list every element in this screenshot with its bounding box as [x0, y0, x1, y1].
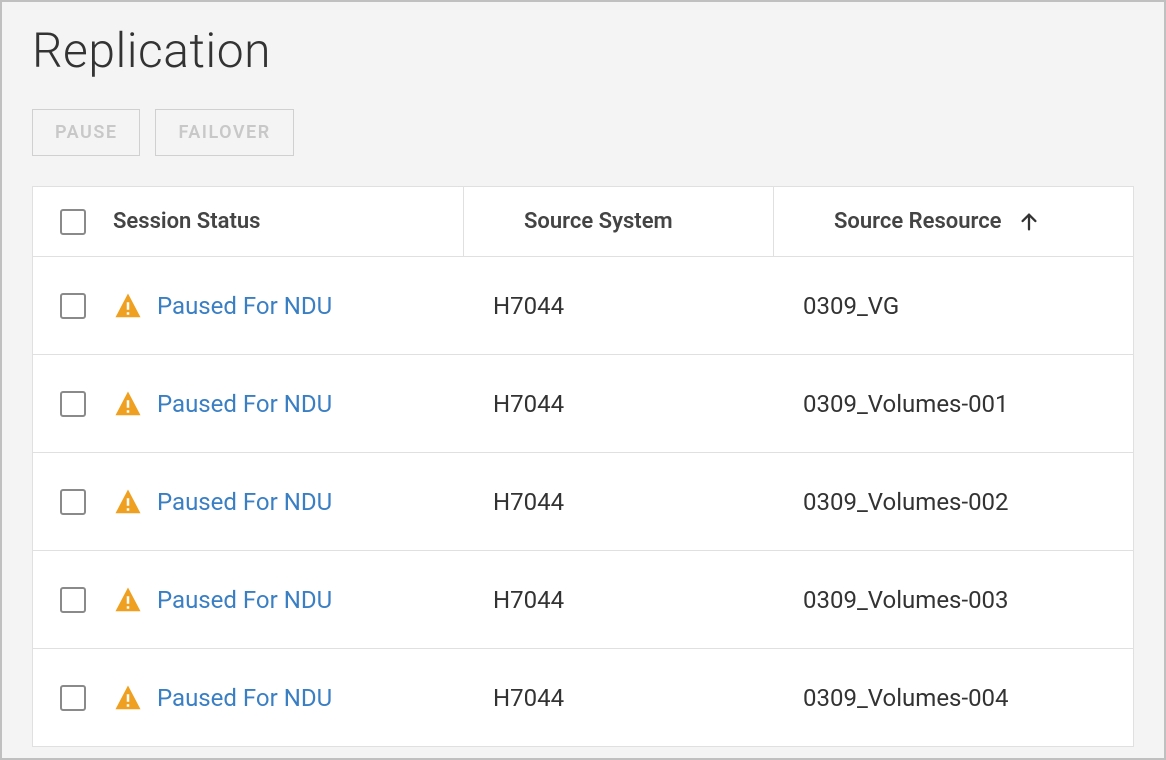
toolbar: PAUSE FAILOVER	[32, 109, 1134, 156]
row-checkbox[interactable]	[60, 293, 86, 319]
row-checkbox[interactable]	[60, 587, 86, 613]
page-title: Replication	[32, 22, 1134, 79]
source-system-cell: H7044	[493, 684, 564, 712]
replication-table: Session Status Source System Source Reso…	[32, 186, 1134, 747]
row-checkbox[interactable]	[60, 489, 86, 515]
row-checkbox[interactable]	[60, 391, 86, 417]
table-header: Session Status Source System Source Reso…	[33, 187, 1133, 257]
header-source-system[interactable]: Source System	[524, 209, 673, 234]
source-system-cell: H7044	[493, 586, 564, 614]
select-all-checkbox[interactable]	[60, 209, 86, 235]
source-resource-cell: 0309_Volumes-004	[803, 684, 1009, 712]
warning-icon	[113, 291, 143, 321]
sort-ascending-icon[interactable]	[1018, 211, 1040, 233]
table-row: Paused For NDU H7044 0309_Volumes-002	[33, 453, 1133, 551]
table-row: Paused For NDU H7044 0309_Volumes-004	[33, 649, 1133, 747]
source-resource-cell: 0309_Volumes-002	[803, 488, 1009, 516]
session-status-link[interactable]: Paused For NDU	[157, 292, 332, 320]
session-status-link[interactable]: Paused For NDU	[157, 684, 332, 712]
warning-icon	[113, 487, 143, 517]
session-status-link[interactable]: Paused For NDU	[157, 488, 332, 516]
session-status-link[interactable]: Paused For NDU	[157, 390, 332, 418]
source-system-cell: H7044	[493, 292, 564, 320]
table-row: Paused For NDU H7044 0309_VG	[33, 257, 1133, 355]
source-resource-cell: 0309_Volumes-001	[803, 390, 1009, 418]
warning-icon	[113, 683, 143, 713]
pause-button[interactable]: PAUSE	[32, 109, 140, 156]
warning-icon	[113, 389, 143, 419]
session-status-link[interactable]: Paused For NDU	[157, 586, 332, 614]
source-system-cell: H7044	[493, 390, 564, 418]
warning-icon	[113, 585, 143, 615]
source-resource-cell: 0309_VG	[803, 292, 899, 320]
failover-button[interactable]: FAILOVER	[155, 109, 293, 156]
source-resource-cell: 0309_Volumes-003	[803, 586, 1009, 614]
header-session-status[interactable]: Session Status	[113, 209, 260, 234]
header-source-resource[interactable]: Source Resource	[834, 209, 1002, 234]
row-checkbox[interactable]	[60, 685, 86, 711]
table-row: Paused For NDU H7044 0309_Volumes-001	[33, 355, 1133, 453]
table-row: Paused For NDU H7044 0309_Volumes-003	[33, 551, 1133, 649]
source-system-cell: H7044	[493, 488, 564, 516]
